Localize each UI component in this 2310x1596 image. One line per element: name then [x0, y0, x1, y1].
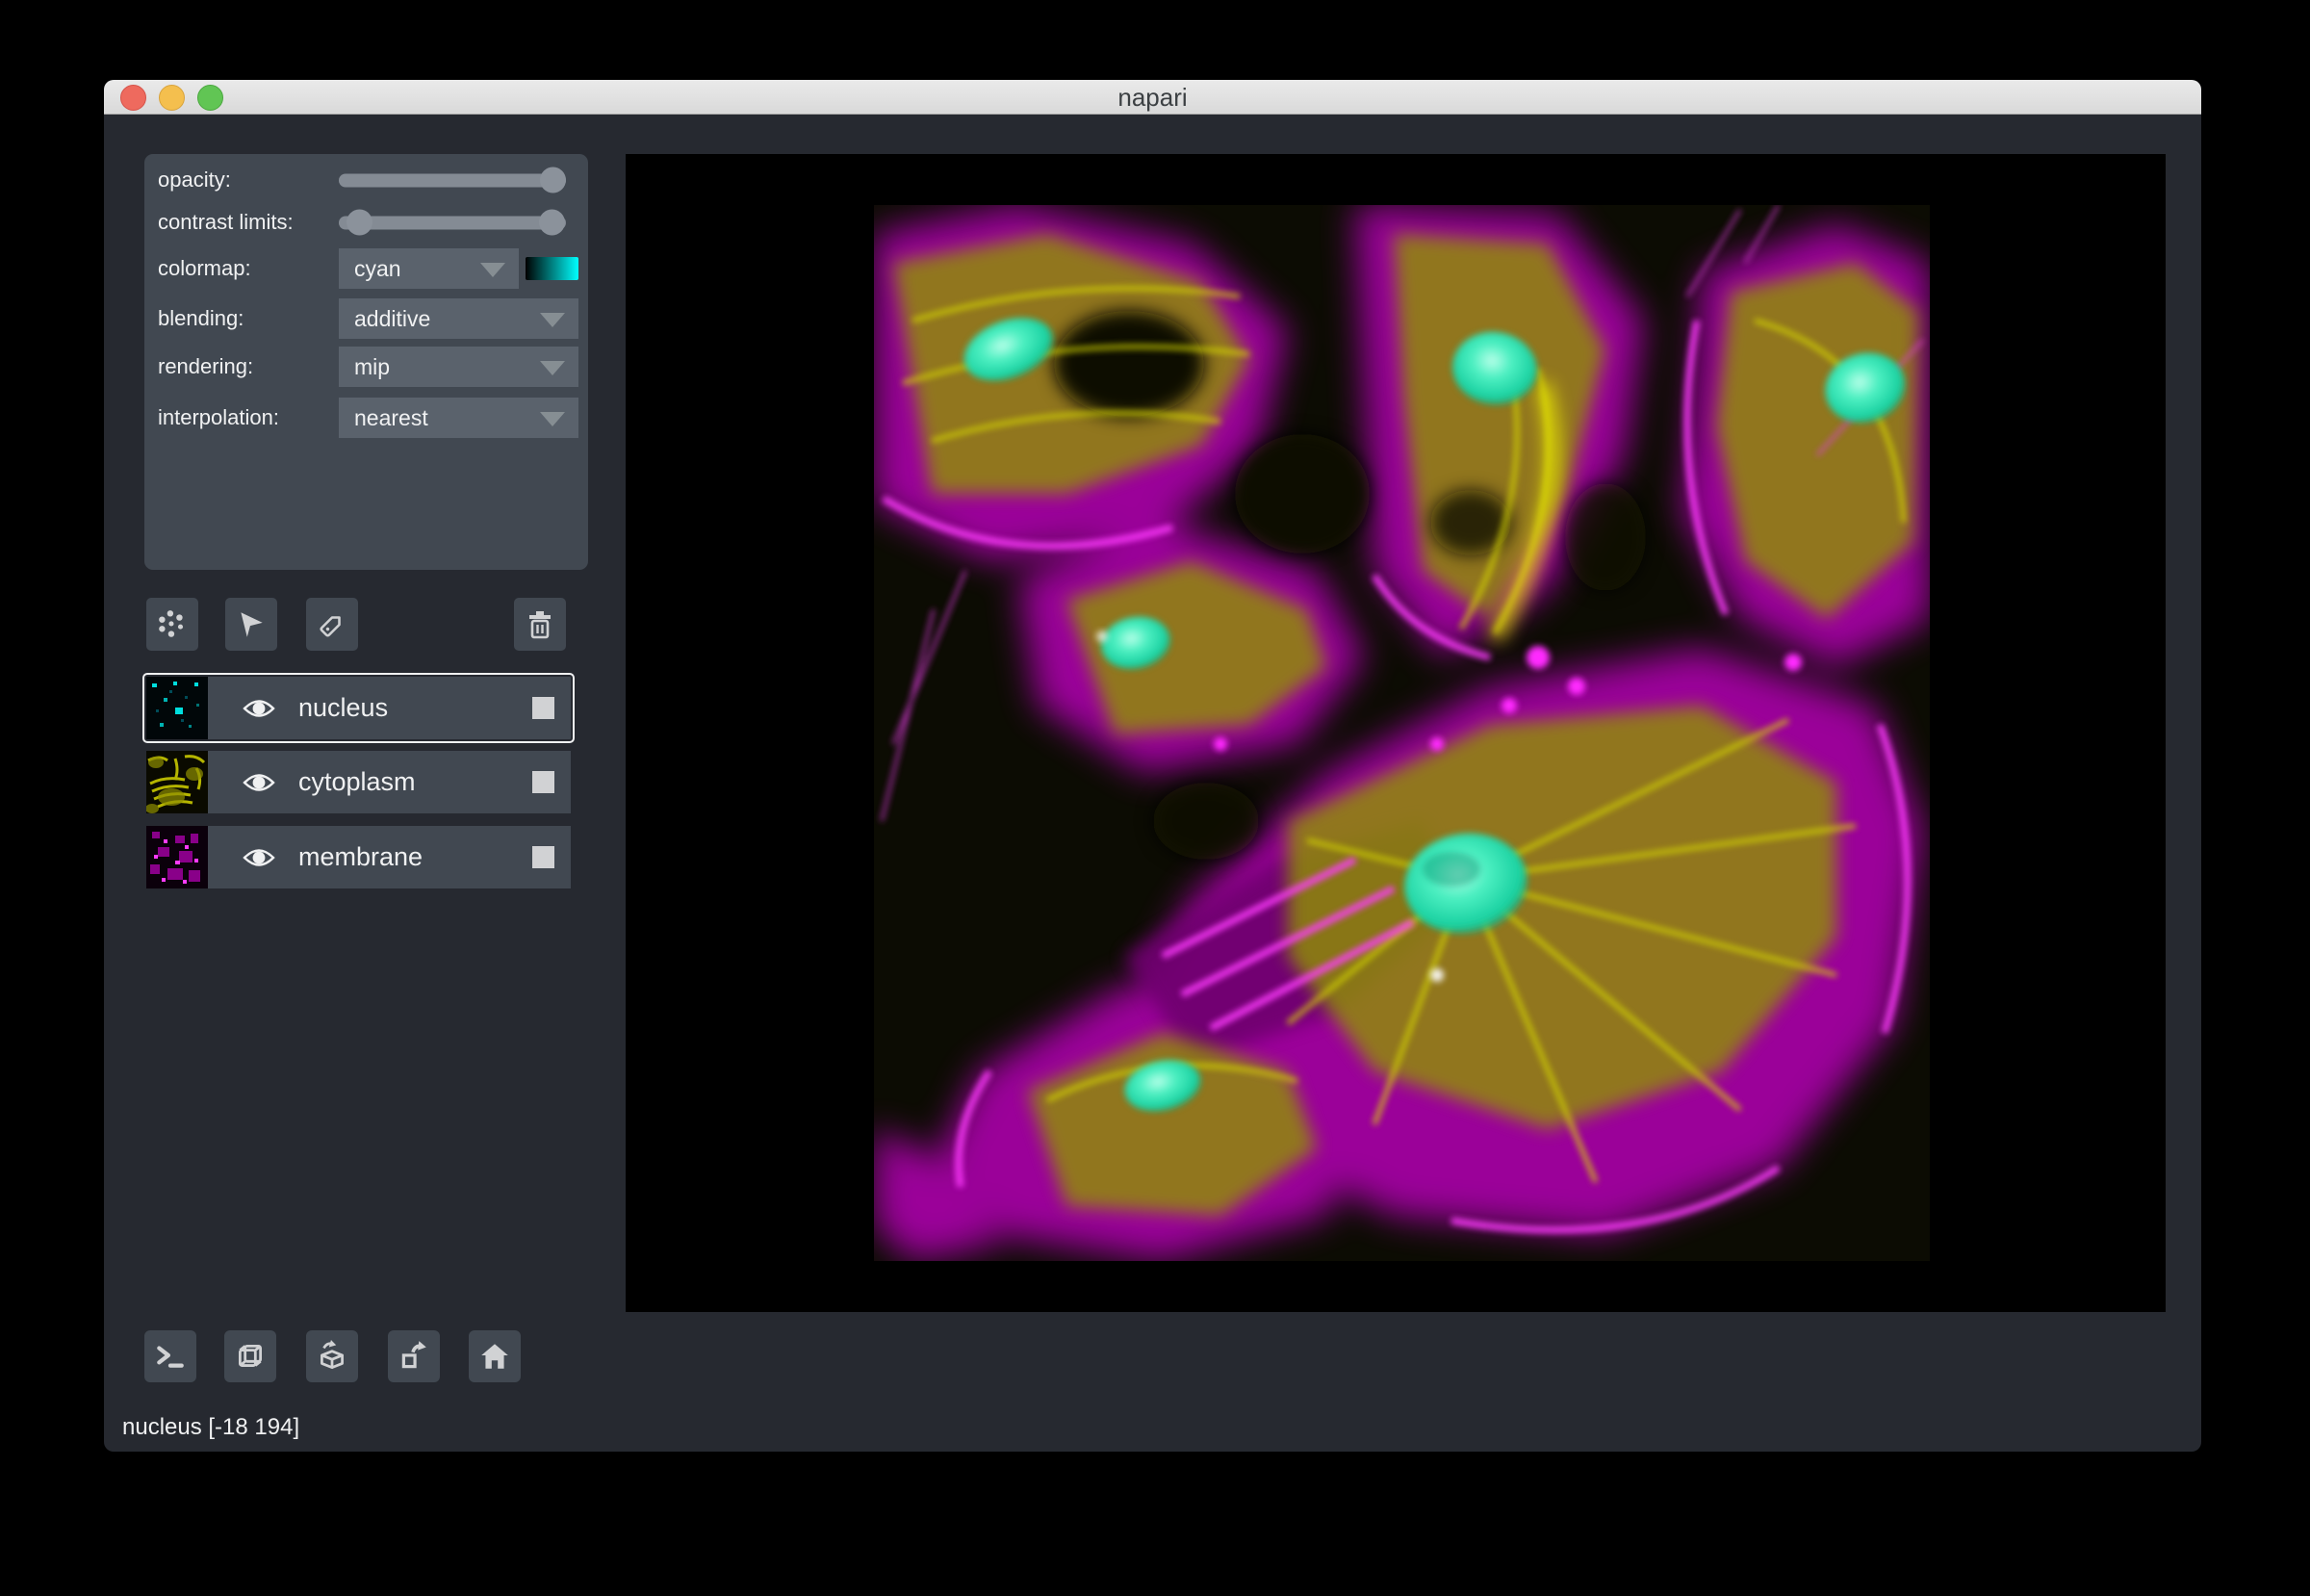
console-icon: [154, 1341, 187, 1372]
opacity-label: opacity:: [158, 167, 231, 193]
chevron-down-icon: [540, 313, 565, 327]
blending-dropdown[interactable]: additive: [339, 298, 578, 339]
viewer-canvas[interactable]: [626, 154, 2166, 1312]
interpolation-row: interpolation: nearest: [144, 398, 588, 438]
layer-thumbnail: [146, 677, 208, 739]
layer-row-membrane[interactable]: membrane: [146, 826, 571, 888]
chevron-down-icon: [480, 263, 505, 277]
colormap-label: colormap:: [158, 256, 251, 281]
visibility-eye-icon[interactable]: [243, 771, 275, 794]
colormap-row: colormap: cyan: [144, 248, 588, 289]
contrast-limits-label: contrast limits:: [158, 210, 294, 235]
layer-color-square: [532, 771, 554, 793]
window-title: napari: [104, 80, 2201, 115]
roll-dimensions-button[interactable]: [306, 1330, 358, 1382]
rendering-value: mip: [354, 354, 390, 380]
colormap-swatch: [526, 257, 578, 280]
opacity-slider[interactable]: [339, 167, 566, 193]
layer-row-nucleus[interactable]: nucleus: [146, 677, 571, 739]
chevron-down-icon: [540, 412, 565, 426]
layer-row-cytoplasm[interactable]: cytoplasm: [146, 751, 571, 813]
cube-icon: [234, 1340, 267, 1373]
opacity-slider-track[interactable]: [339, 173, 566, 187]
microscopy-image: [874, 205, 1930, 1261]
contrast-limits-row: contrast limits:: [144, 204, 588, 241]
opacity-slider-handle[interactable]: [540, 167, 566, 193]
home-button[interactable]: [469, 1330, 521, 1382]
new-shapes-button[interactable]: [225, 598, 277, 651]
colormap-dropdown[interactable]: cyan: [339, 248, 519, 289]
visibility-eye-icon[interactable]: [243, 846, 275, 869]
chevron-down-icon: [540, 361, 565, 375]
ndisplay-toggle-button[interactable]: [224, 1330, 276, 1382]
layer-color-square: [532, 697, 554, 719]
visibility-eye-icon[interactable]: [243, 697, 275, 720]
delete-layer-button[interactable]: [514, 598, 566, 651]
new-points-button[interactable]: [146, 598, 198, 651]
contrast-limits-low-handle[interactable]: [346, 210, 372, 236]
layer-thumbnail: [146, 826, 208, 888]
transpose-dimensions-button[interactable]: [388, 1330, 440, 1382]
rendering-dropdown[interactable]: mip: [339, 347, 578, 387]
layer-controls-panel: opacity: contrast limits: colormap: cyan: [144, 154, 588, 570]
colormap-value: cyan: [354, 256, 401, 282]
contrast-limits-high-handle[interactable]: [539, 210, 565, 236]
console-button[interactable]: [144, 1330, 196, 1382]
layer-name: membrane: [298, 842, 532, 872]
opacity-row: opacity:: [144, 162, 588, 198]
napari-window: napari opacity: contrast limits:: [104, 80, 2201, 1452]
blending-label: blending:: [158, 306, 244, 331]
interpolation-label: interpolation:: [158, 405, 279, 430]
interpolation-dropdown[interactable]: nearest: [339, 398, 578, 438]
points-icon: [156, 608, 189, 641]
home-icon: [478, 1341, 511, 1372]
status-bar: nucleus [-18 194]: [122, 1414, 299, 1441]
screen-background: napari opacity: contrast limits:: [0, 0, 2310, 1596]
rendering-label: rendering:: [158, 354, 253, 379]
labels-icon: [316, 608, 348, 641]
new-labels-button[interactable]: [306, 598, 358, 651]
trash-icon: [525, 608, 555, 641]
blending-row: blending: additive: [144, 298, 588, 339]
interpolation-value: nearest: [354, 405, 428, 431]
rendering-row: rendering: mip: [144, 347, 588, 387]
layer-name: cytoplasm: [298, 767, 532, 797]
layer-color-square: [532, 846, 554, 868]
layer-thumbnail: [146, 751, 208, 813]
transpose-arrow-icon: [398, 1340, 430, 1373]
contrast-limits-track[interactable]: [339, 216, 566, 229]
titlebar[interactable]: napari: [104, 80, 2201, 115]
shapes-icon: [235, 608, 268, 641]
contrast-limits-slider[interactable]: [339, 210, 566, 236]
blending-value: additive: [354, 306, 430, 332]
roll-cube-icon: [315, 1339, 349, 1374]
layer-name: nucleus: [298, 693, 532, 723]
